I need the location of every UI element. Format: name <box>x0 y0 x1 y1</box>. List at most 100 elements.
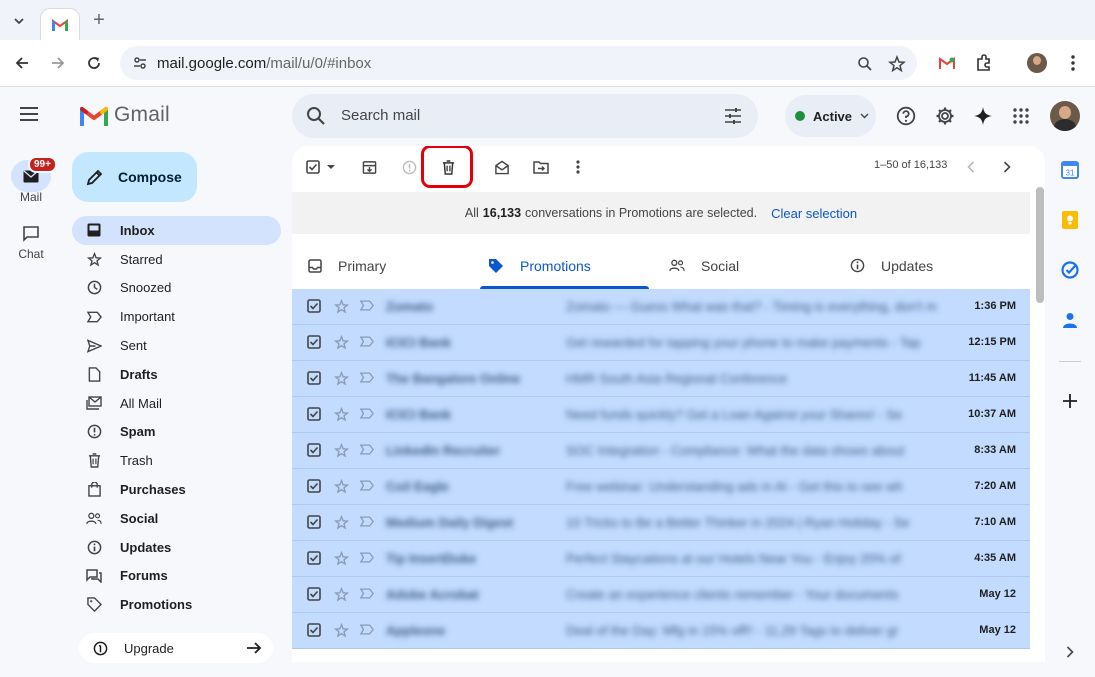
email-row[interactable]: Zomato Zomato — Guess What was that? - Ti… <box>292 289 1030 325</box>
browser-tab-gmail[interactable] <box>40 8 80 40</box>
tab-primary[interactable]: Primary <box>308 242 386 289</box>
new-tab-plus-icon[interactable]: + <box>88 8 110 32</box>
nav-item-drafts[interactable]: Drafts <box>72 360 281 389</box>
search-bar[interactable]: Search mail <box>292 94 758 138</box>
row-important-icon[interactable] <box>360 300 374 311</box>
email-row[interactable]: Medium Daily Digest 10 Tricks to Be a Bet… <box>292 505 1030 541</box>
newer-chevron-left-icon[interactable] <box>960 156 982 178</box>
row-star-icon[interactable] <box>334 407 349 422</box>
tab-promotions[interactable]: Promotions <box>480 242 649 289</box>
row-star-icon[interactable] <box>334 443 349 458</box>
report-spam-icon[interactable] <box>398 156 420 178</box>
browser-menu-icon[interactable] <box>1062 52 1084 74</box>
row-important-icon[interactable] <box>360 336 374 347</box>
tab-social[interactable]: Social <box>669 242 739 289</box>
email-row[interactable]: The Bangalore Online HMR South Asia Regio… <box>292 361 1030 397</box>
nav-item-forums[interactable]: Forums <box>72 562 281 591</box>
google-calendar-icon[interactable]: 31 <box>1059 159 1081 181</box>
back-arrow-icon[interactable] <box>11 52 33 74</box>
row-star-icon[interactable] <box>334 623 349 638</box>
row-checkbox-checked-icon[interactable] <box>307 371 321 385</box>
get-addons-plus-icon[interactable] <box>1059 390 1081 412</box>
account-avatar[interactable] <box>1050 101 1080 131</box>
nav-item-snoozed[interactable]: Snoozed <box>72 274 281 303</box>
nav-item-starred[interactable]: Starred <box>72 245 281 274</box>
site-settings-icon[interactable] <box>132 55 148 71</box>
zoom-search-icon[interactable] <box>855 54 875 74</box>
email-row[interactable]: LinkedIn Recruiter SOC Integration - Comp… <box>292 433 1030 469</box>
nav-item-sent[interactable]: Sent <box>72 331 281 360</box>
tab-search-chevron-icon[interactable] <box>8 10 30 32</box>
expand-side-panel-chevron-icon[interactable] <box>1059 641 1081 663</box>
row-checkbox-checked-icon[interactable] <box>307 479 321 493</box>
google-keep-icon[interactable] <box>1059 209 1081 231</box>
row-star-icon[interactable] <box>334 479 349 494</box>
row-star-icon[interactable] <box>334 551 349 566</box>
search-options-filter-icon[interactable] <box>724 107 742 125</box>
row-checkbox-checked-icon[interactable] <box>307 587 321 601</box>
row-checkbox-checked-icon[interactable] <box>307 623 321 637</box>
gmail-logo[interactable]: Gmail <box>80 103 170 127</box>
nav-item-trash[interactable]: Trash <box>72 446 281 475</box>
gemini-sparkle-icon[interactable] <box>971 104 995 128</box>
row-star-icon[interactable] <box>334 587 349 602</box>
row-checkbox-checked-icon[interactable] <box>307 335 321 349</box>
row-checkbox-checked-icon[interactable] <box>307 407 321 421</box>
row-star-icon[interactable] <box>334 299 349 314</box>
browser-profile-avatar[interactable] <box>1026 52 1048 74</box>
help-icon[interactable] <box>894 104 918 128</box>
row-star-icon[interactable] <box>334 515 349 530</box>
upgrade-button[interactable]: Upgrade <box>79 633 273 663</box>
email-row[interactable]: ICICI Bank Need funds quickly? Get a Loan… <box>292 397 1030 433</box>
nav-item-promotions[interactable]: Promotions <box>72 590 281 619</box>
email-row[interactable]: Coil Eagle Free webinar: Understanding ad… <box>292 469 1030 505</box>
select-all-checkbox[interactable] <box>304 156 338 178</box>
address-bar[interactable]: mail.google.com/mail/u/0/#inbox <box>120 46 917 80</box>
archive-icon[interactable] <box>358 156 380 178</box>
email-row[interactable]: ICICI Bank Get rewarded for tapping your … <box>292 325 1030 361</box>
search-input[interactable]: Search mail <box>341 107 420 124</box>
compose-button[interactable]: Compose <box>72 152 197 202</box>
row-important-icon[interactable] <box>360 516 374 527</box>
extensions-puzzle-icon[interactable] <box>973 52 995 74</box>
nav-item-inbox[interactable]: Inbox <box>72 216 281 245</box>
tab-updates[interactable]: Updates <box>850 242 933 289</box>
row-important-icon[interactable] <box>360 552 374 563</box>
row-checkbox-checked-icon[interactable] <box>307 299 321 313</box>
row-star-icon[interactable] <box>334 371 349 386</box>
reload-icon[interactable] <box>83 52 105 74</box>
settings-gear-icon[interactable] <box>933 104 957 128</box>
bookmark-star-icon[interactable] <box>887 54 907 74</box>
chat-bubble-icon[interactable] <box>19 222 43 246</box>
nav-item-purchases[interactable]: Purchases <box>72 475 281 504</box>
scrollbar-thumb[interactable] <box>1036 187 1044 303</box>
more-options-vertical-icon[interactable] <box>567 156 589 178</box>
google-contacts-icon[interactable] <box>1059 309 1081 331</box>
message-list-scrollbar[interactable] <box>1034 187 1044 662</box>
clear-selection-link[interactable]: Clear selection <box>771 206 857 221</box>
search-icon[interactable] <box>306 106 326 126</box>
nav-item-important[interactable]: Important <box>72 302 281 331</box>
google-tasks-icon[interactable] <box>1059 259 1081 281</box>
status-active-dropdown[interactable]: Active <box>785 95 876 137</box>
nav-item-all-mail[interactable]: All Mail <box>72 389 281 418</box>
row-checkbox-checked-icon[interactable] <box>307 515 321 529</box>
nav-item-social[interactable]: Social <box>72 504 281 533</box>
move-to-folder-icon[interactable] <box>530 156 552 178</box>
email-row[interactable]: Tip InsertDuke Perfect Staycations at our… <box>292 541 1030 577</box>
older-chevron-right-icon[interactable] <box>996 156 1018 178</box>
mark-as-read-icon[interactable] <box>491 156 513 178</box>
row-important-icon[interactable] <box>360 372 374 383</box>
nav-item-spam[interactable]: Spam <box>72 418 281 447</box>
row-checkbox-checked-icon[interactable] <box>307 551 321 565</box>
row-important-icon[interactable] <box>360 588 374 599</box>
row-important-icon[interactable] <box>360 624 374 635</box>
row-important-icon[interactable] <box>360 480 374 491</box>
row-important-icon[interactable] <box>360 408 374 419</box>
row-checkbox-checked-icon[interactable] <box>307 443 321 457</box>
row-important-icon[interactable] <box>360 444 374 455</box>
gmail-extension-icon[interactable] <box>936 52 958 74</box>
email-row[interactable]: Appleone Deal of the Day: Mfg in 15% off!… <box>292 613 1030 649</box>
nav-item-updates[interactable]: Updates <box>72 533 281 562</box>
main-menu-hamburger-icon[interactable] <box>19 106 43 126</box>
